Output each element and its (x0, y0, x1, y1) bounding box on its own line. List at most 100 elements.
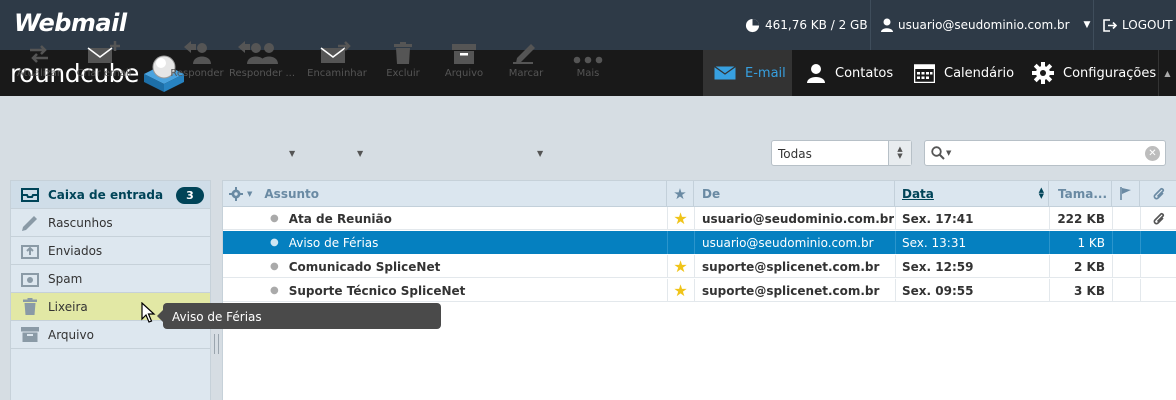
mark-icon (513, 44, 535, 64)
column-subject[interactable]: ▼ Assunto (223, 181, 667, 206)
user-menu[interactable]: usuario@seudominio.com.br ▼ (871, 0, 1094, 50)
nav-calendar[interactable]: Calendário (900, 50, 1020, 96)
message-size: 3 KB (1074, 283, 1105, 298)
message-row-selected[interactable]: ● Aviso de Férias usuario@seudominio.com.… (223, 231, 1176, 254)
search-input[interactable]: ▼ ✕ (924, 140, 1166, 166)
logout-icon (1103, 18, 1117, 32)
logout-label: LOGOUT (1122, 18, 1173, 32)
message-row[interactable]: ● Ata de Reunião ★ usuario@seudominio.com… (223, 207, 1176, 230)
list-options-icon[interactable] (229, 186, 245, 201)
clear-search-icon[interactable]: ✕ (1145, 146, 1160, 161)
nav-email[interactable]: E-mail (703, 50, 792, 96)
mark-dropdown-icon[interactable]: ▼ (537, 149, 543, 158)
subject-cell: ● Aviso de Férias (223, 231, 667, 254)
reply-all-dropdown-icon[interactable]: ▼ (289, 149, 295, 158)
message-from: usuario@seudominio.com.br (702, 211, 894, 226)
subject-cell: ● Comunicado SpliceNet (223, 255, 667, 278)
column-flag[interactable]: ★ (667, 181, 694, 206)
filter-select[interactable]: Todas ▲ ▼ (771, 140, 912, 166)
envelope-icon (714, 66, 736, 80)
reply-label: Responder (170, 68, 224, 79)
column-flag-status[interactable] (1112, 181, 1140, 206)
message-row[interactable]: ● Suporte Técnico SpliceNet ★ suporte@spl… (223, 279, 1176, 302)
message-size: 222 KB (1057, 211, 1105, 226)
flag-cell[interactable]: ★ (667, 255, 694, 278)
folder-drafts-label: Rascunhos (48, 215, 113, 230)
forward-button[interactable]: Encaminhar (305, 38, 369, 79)
pane-splitter[interactable] (214, 334, 219, 354)
delete-label: Excluir (386, 68, 420, 79)
compose-button[interactable]: Criar email (74, 38, 134, 79)
message-list-header: ▼ Assunto ★ De Data ▲ ▼ Tama... (223, 181, 1176, 207)
message-subject: Comunicado SpliceNet (288, 259, 441, 274)
reply-all-button[interactable]: Responder ... (229, 38, 295, 79)
nav-calendar-label: Calendário (944, 65, 1015, 81)
more-label: Mais (576, 68, 600, 79)
calendar-icon (914, 63, 935, 83)
flag-cell[interactable]: ★ (667, 207, 694, 230)
message-size: 1 KB (1077, 235, 1105, 250)
column-from[interactable]: De (694, 181, 895, 206)
folder-archive-label: Arquivo (48, 327, 94, 342)
column-date-label: Data (902, 186, 934, 201)
message-row[interactable]: ● Comunicado SpliceNet ★ suporte@splicene… (223, 255, 1176, 278)
folder-sent[interactable]: Enviados (11, 237, 210, 265)
nav-more-arrow[interactable]: ▲ (1158, 50, 1176, 96)
logout-button[interactable]: LOGOUT (1094, 0, 1176, 50)
star-icon: ★ (673, 184, 687, 203)
star-icon: ★ (673, 209, 688, 228)
folder-drafts[interactable]: Rascunhos (11, 209, 210, 237)
reply-all-label: Responder ... (229, 68, 295, 79)
delete-button[interactable]: Excluir (382, 38, 424, 79)
flag-icon (1119, 187, 1131, 200)
message-subject: Aviso de Férias (288, 235, 379, 250)
archive-label: Arquivo (444, 68, 484, 79)
column-size[interactable]: Tama... (1049, 181, 1112, 206)
column-attachment[interactable] (1140, 181, 1176, 206)
paperclip-icon (1153, 187, 1164, 199)
gear-icon (1032, 62, 1054, 84)
folder-spam-label: Spam (48, 271, 83, 286)
reply-button[interactable]: Responder (168, 38, 226, 79)
webmail-brand: Webmail (14, 9, 127, 37)
sent-icon (21, 244, 39, 259)
message-subject: Suporte Técnico SpliceNet (288, 283, 466, 298)
reply-all-icon (238, 41, 278, 64)
message-date: Sex. 13:31 (902, 235, 967, 250)
message-date: Sex. 12:59 (902, 259, 974, 274)
message-date: Sex. 17:41 (902, 211, 974, 226)
forward-label: Encaminhar (307, 68, 367, 79)
nav-contacts[interactable]: Contatos (792, 50, 900, 96)
folder-spam[interactable]: Spam (11, 265, 210, 293)
column-date[interactable]: Data ▲ ▼ (895, 181, 1049, 206)
forward-dropdown-icon[interactable]: ▼ (357, 149, 363, 158)
column-subject-label: Assunto (264, 186, 320, 201)
person-icon (807, 64, 825, 83)
column-from-label: De (702, 186, 721, 201)
status-dot-icon: ● (270, 285, 279, 296)
toolbar (0, 96, 1176, 180)
mouse-cursor-icon (141, 302, 156, 323)
folder-inbox[interactable]: Caixa de entrada 3 (11, 181, 210, 209)
flag-cell[interactable] (667, 231, 694, 254)
more-button[interactable]: Mais (568, 38, 608, 79)
nav-email-label: E-mail (745, 65, 786, 81)
quota-text: 461,76 KB / 2 GB (765, 18, 868, 32)
mark-button[interactable]: Marcar (506, 38, 546, 79)
subject-cell: ● Ata de Reunião (223, 207, 667, 230)
archive-icon (21, 327, 39, 342)
folder-list: Caixa de entrada 3 Rascunhos Enviados Sp… (10, 180, 211, 400)
search-options[interactable]: ▼ (931, 146, 951, 160)
message-size: 2 KB (1074, 259, 1105, 274)
unread-count-badge: 3 (176, 187, 204, 204)
refresh-button[interactable]: Atualizar (14, 38, 64, 79)
forward-icon (320, 41, 351, 63)
refresh-label: Atualizar (16, 68, 62, 79)
archive-button[interactable]: Arquivo (442, 38, 486, 79)
folder-sent-label: Enviados (48, 243, 103, 258)
nav-settings[interactable]: Configurações (1020, 50, 1158, 96)
star-icon: ★ (673, 281, 688, 300)
inbox-icon (21, 187, 39, 202)
drag-tooltip: Aviso de Férias (157, 303, 441, 329)
flag-cell[interactable]: ★ (667, 279, 694, 302)
